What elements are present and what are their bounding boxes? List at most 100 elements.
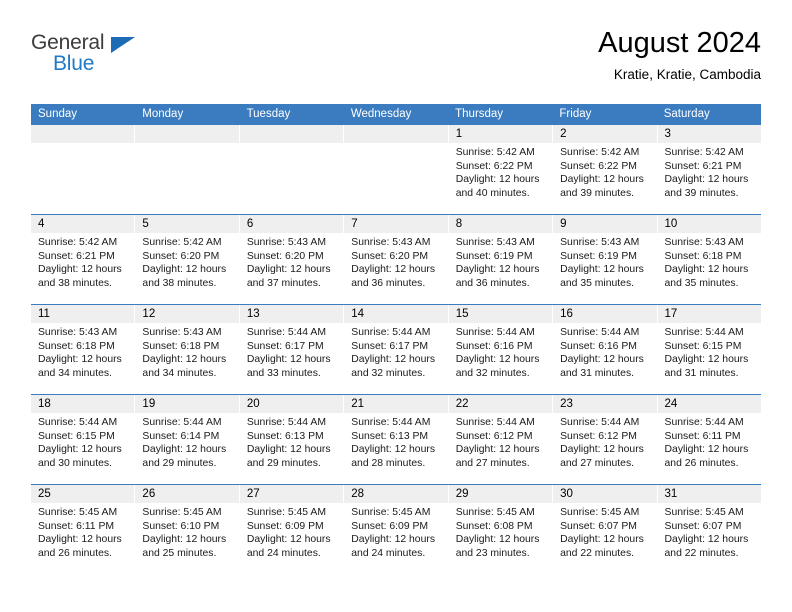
day-number: 17	[664, 308, 678, 320]
sunrise-text: Sunrise: 5:44 AM	[455, 327, 535, 338]
daylight-text-line2: and 34 minutes.	[142, 367, 217, 379]
day-details: Sunrise: 5:43 AM Sunset: 6:20 PM Daylight:…	[240, 233, 343, 290]
calendar-day-cell[interactable]: 14 Sunrise: 5:44 AM Sunset: 6:17 PM Dayligh…	[344, 305, 449, 394]
sunset-text: Sunset: 6:20 PM	[142, 250, 220, 262]
sunset-text: Sunset: 6:09 PM	[246, 520, 324, 532]
day-number: 5	[142, 218, 149, 230]
calendar-day-cell[interactable]: 2 Sunrise: 5:42 AM Sunset: 6:22 PM Daylight…	[553, 125, 658, 214]
day-number: 27	[246, 488, 260, 500]
daylight-text-line1: Daylight: 12 hours	[246, 264, 331, 276]
calendar-day-cell[interactable]: 27 Sunrise: 5:45 AM Sunset: 6:09 PM Dayligh…	[239, 485, 345, 575]
calendar-day-cell[interactable]: 15 Sunrise: 5:44 AM Sunset: 6:16 PM Dayligh…	[448, 305, 554, 394]
weekday-header-wednesday: Wednesday	[350, 108, 412, 120]
sunrise-text: Sunrise: 5:44 AM	[142, 417, 222, 428]
sunrise-text: Sunrise: 5:43 AM	[351, 237, 431, 248]
sunset-text: Sunset: 6:07 PM	[664, 520, 742, 532]
day-number: 12	[142, 308, 156, 320]
calendar-day-cell[interactable]: 29 Sunrise: 5:45 AM Sunset: 6:08 PM Dayligh…	[448, 485, 554, 575]
day-details: Sunrise: 5:42 AM Sunset: 6:21 PM Daylight:…	[658, 143, 761, 200]
sunrise-text: Sunrise: 5:42 AM	[455, 147, 535, 158]
calendar-day-cell[interactable]: 18 Sunrise: 5:44 AM Sunset: 6:15 PM Dayligh…	[31, 395, 136, 484]
day-number-band: 3	[657, 125, 761, 143]
calendar-day-cell[interactable]: 11 Sunrise: 5:43 AM Sunset: 6:18 PM Dayligh…	[31, 305, 136, 394]
calendar-day-cell[interactable]: 16 Sunrise: 5:44 AM Sunset: 6:16 PM Dayligh…	[553, 305, 658, 394]
sunrise-text: Sunrise: 5:44 AM	[246, 417, 326, 428]
day-number: 4	[38, 218, 45, 230]
sunrise-text: Sunrise: 5:44 AM	[455, 417, 535, 428]
calendar-day-cell-empty	[239, 125, 345, 214]
calendar-day-cell[interactable]: 5 Sunrise: 5:42 AM Sunset: 6:20 PM Daylight…	[135, 215, 240, 304]
day-number: 24	[664, 398, 678, 410]
calendar-day-cell[interactable]: 13 Sunrise: 5:44 AM Sunset: 6:17 PM Dayligh…	[239, 305, 345, 394]
calendar-day-cell[interactable]: 4 Sunrise: 5:42 AM Sunset: 6:21 PM Daylight…	[31, 215, 136, 304]
calendar-day-cell[interactable]: 12 Sunrise: 5:43 AM Sunset: 6:18 PM Dayligh…	[135, 305, 240, 394]
calendar-day-cell[interactable]: 7 Sunrise: 5:43 AM Sunset: 6:20 PM Daylight…	[344, 215, 449, 304]
day-number-band	[135, 125, 239, 143]
calendar-day-cell[interactable]: 8 Sunrise: 5:43 AM Sunset: 6:19 PM Daylight…	[448, 215, 554, 304]
day-details: Sunrise: 5:43 AM Sunset: 6:18 PM Daylight:…	[658, 233, 761, 290]
calendar-week-row: 25 Sunrise: 5:45 AM Sunset: 6:11 PM Dayligh…	[31, 484, 761, 575]
sunset-text: Sunset: 6:20 PM	[351, 250, 429, 262]
calendar-day-cell[interactable]: 31 Sunrise: 5:45 AM Sunset: 6:07 PM Dayligh…	[657, 485, 761, 575]
day-number-band: 10	[657, 215, 761, 233]
sunrise-text: Sunrise: 5:44 AM	[664, 417, 744, 428]
calendar-grid: Sunday Monday Tuesday Wednesday Thursday Frid…	[31, 104, 761, 575]
calendar-week-row: 18 Sunrise: 5:44 AM Sunset: 6:15 PM Dayligh…	[31, 394, 761, 484]
sunset-text: Sunset: 6:22 PM	[560, 160, 637, 172]
day-details: Sunrise: 5:44 AM Sunset: 6:16 PM Daylight:…	[553, 323, 656, 380]
calendar-day-cell[interactable]: 19 Sunrise: 5:44 AM Sunset: 6:14 PM Dayligh…	[135, 395, 240, 484]
daylight-text-line2: and 38 minutes.	[142, 277, 217, 289]
day-number-band: 19	[135, 395, 239, 413]
sunrise-text: Sunrise: 5:44 AM	[351, 417, 431, 428]
day-number: 26	[142, 488, 156, 500]
calendar-weeks: 1 Sunrise: 5:42 AM Sunset: 6:22 PM Daylight…	[31, 125, 761, 575]
daylight-text-line2: and 33 minutes.	[246, 367, 321, 379]
daylight-text-line1: Daylight: 12 hours	[560, 174, 644, 186]
day-number-band: 7	[344, 215, 448, 233]
day-number: 11	[38, 308, 50, 320]
daylight-text-line2: and 26 minutes.	[664, 457, 739, 469]
daylight-text-line1: Daylight: 12 hours	[142, 534, 227, 546]
daylight-text-line2: and 37 minutes.	[246, 277, 321, 289]
calendar-day-cell[interactable]: 23 Sunrise: 5:44 AM Sunset: 6:12 PM Dayligh…	[553, 395, 658, 484]
daylight-text-line2: and 39 minutes.	[560, 187, 635, 199]
day-number: 14	[351, 308, 365, 320]
sunset-text: Sunset: 6:17 PM	[246, 340, 324, 352]
day-number-band: 26	[135, 485, 239, 503]
calendar-day-cell[interactable]: 3 Sunrise: 5:42 AM Sunset: 6:21 PM Daylight…	[657, 125, 761, 214]
daylight-text-line1: Daylight: 12 hours	[664, 264, 749, 276]
calendar-day-cell[interactable]: 22 Sunrise: 5:44 AM Sunset: 6:12 PM Dayligh…	[448, 395, 554, 484]
calendar-day-cell[interactable]: 1 Sunrise: 5:42 AM Sunset: 6:22 PM Daylight…	[448, 125, 554, 214]
day-number: 8	[455, 218, 463, 230]
calendar-day-cell[interactable]: 9 Sunrise: 5:43 AM Sunset: 6:19 PM Daylight…	[553, 215, 658, 304]
day-details: Sunrise: 5:45 AM Sunset: 6:09 PM Daylight:…	[344, 503, 447, 560]
daylight-text-line1: Daylight: 12 hours	[560, 354, 644, 366]
day-number: 19	[142, 398, 156, 410]
calendar-day-cell[interactable]: 17 Sunrise: 5:44 AM Sunset: 6:15 PM Dayligh…	[657, 305, 761, 394]
calendar-day-cell[interactable]: 6 Sunrise: 5:43 AM Sunset: 6:20 PM Daylight…	[239, 215, 345, 304]
calendar-page: General Blue August 2024 Kratie, Kratie,…	[0, 0, 792, 612]
brand-logo[interactable]: General Blue	[31, 26, 151, 80]
sunset-text: Sunset: 6:18 PM	[142, 340, 220, 352]
day-details: Sunrise: 5:43 AM Sunset: 6:18 PM Daylight:…	[135, 323, 238, 380]
daylight-text-line2: and 31 minutes.	[664, 367, 739, 379]
calendar-day-cell[interactable]: 25 Sunrise: 5:45 AM Sunset: 6:11 PM Dayligh…	[31, 485, 136, 575]
daylight-text-line1: Daylight: 12 hours	[455, 444, 540, 456]
calendar-day-cell[interactable]: 30 Sunrise: 5:45 AM Sunset: 6:07 PM Dayligh…	[553, 485, 658, 575]
sunrise-text: Sunrise: 5:43 AM	[38, 327, 118, 338]
sunrise-text: Sunrise: 5:45 AM	[560, 507, 640, 518]
calendar-day-cell[interactable]: 26 Sunrise: 5:45 AM Sunset: 6:10 PM Dayligh…	[135, 485, 240, 575]
day-number-band: 29	[448, 485, 553, 503]
sunset-text: Sunset: 6:13 PM	[246, 430, 324, 442]
daylight-text-line1: Daylight: 12 hours	[142, 264, 227, 276]
daylight-text-line1: Daylight: 12 hours	[351, 354, 436, 366]
calendar-day-cell[interactable]: 10 Sunrise: 5:43 AM Sunset: 6:18 PM Dayligh…	[657, 215, 761, 304]
calendar-day-cell[interactable]: 20 Sunrise: 5:44 AM Sunset: 6:13 PM Dayligh…	[239, 395, 345, 484]
daylight-text-line1: Daylight: 12 hours	[664, 534, 749, 546]
day-number: 10	[664, 218, 678, 230]
calendar-day-cell-empty	[344, 125, 449, 214]
header-titles: August 2024 Kratie, Kratie, Cambodia	[598, 26, 761, 84]
calendar-day-cell[interactable]: 28 Sunrise: 5:45 AM Sunset: 6:09 PM Dayligh…	[344, 485, 449, 575]
calendar-day-cell[interactable]: 21 Sunrise: 5:44 AM Sunset: 6:13 PM Dayligh…	[344, 395, 449, 484]
calendar-day-cell[interactable]: 24 Sunrise: 5:44 AM Sunset: 6:11 PM Dayligh…	[657, 395, 761, 484]
